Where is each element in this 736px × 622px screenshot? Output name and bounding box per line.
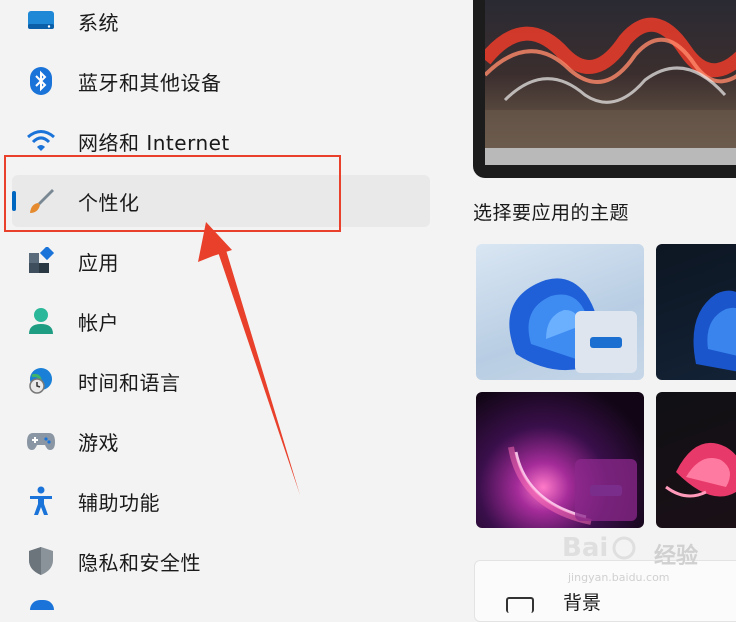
watermark-url: jingyan.baidu.com	[568, 571, 670, 584]
sidebar-item-label: 游戏	[78, 430, 119, 455]
watermark-brand: 经验	[654, 544, 699, 569]
monitor-icon	[26, 6, 56, 36]
sidebar-item-time-language[interactable]: 时间和语言	[12, 355, 430, 407]
sidebar-item-label: 时间和语言	[78, 370, 181, 395]
sidebar-item-label: 隐私和安全性	[78, 550, 201, 575]
sidebar-item-label: 帐户	[78, 310, 119, 335]
theme-section-title: 选择要应用的主题	[473, 202, 630, 224]
sidebar-item-accessibility[interactable]: 辅助功能	[12, 475, 430, 527]
sidebar-item-label: 蓝牙和其他设备	[78, 70, 222, 95]
theme-captured-motion[interactable]	[656, 392, 736, 528]
sidebar-item-partial-icon	[30, 600, 54, 610]
bloom-dark-wallpaper	[693, 290, 736, 372]
theme-windows-light[interactable]	[476, 244, 644, 380]
svg-text:Bai: Bai	[562, 533, 608, 563]
sidebar-item-label: 系统	[78, 10, 119, 35]
sidebar-item-apps[interactable]: 应用	[12, 235, 430, 287]
shield-icon	[26, 546, 56, 576]
theme-windows-dark[interactable]	[656, 244, 736, 380]
globe-clock-icon	[26, 366, 56, 396]
swatch-taskbar	[590, 336, 622, 348]
image-icon	[506, 597, 534, 613]
swatch-taskbar	[590, 484, 622, 496]
sidebar-item-label: 应用	[78, 250, 119, 275]
preview-wallpaper	[485, 0, 736, 165]
theme-glow[interactable]	[476, 392, 644, 528]
settings-sidebar: 系统 蓝牙和其他设备 网络和 Internet 个性化 应用 帐户 时间和语言 …	[0, 0, 440, 610]
sidebar-item-bluetooth[interactable]: 蓝牙和其他设备	[12, 55, 430, 107]
person-icon	[26, 306, 56, 336]
gamepad-icon	[26, 426, 56, 456]
flower-wallpaper	[665, 443, 736, 498]
sidebar-item-label: 网络和 Internet	[78, 130, 230, 155]
theme-preview	[473, 0, 736, 178]
bluetooth-icon	[26, 66, 56, 96]
sidebar-item-system[interactable]: 系统	[12, 0, 430, 47]
accessibility-icon	[26, 486, 56, 516]
theme-accent-swatch	[575, 311, 637, 373]
sidebar-item-gaming[interactable]: 游戏	[12, 415, 430, 467]
sidebar-item-label: 辅助功能	[78, 490, 160, 515]
background-card-label: 背景	[563, 592, 602, 614]
apps-icon	[26, 246, 56, 276]
annotation-highlight-box	[4, 155, 341, 232]
wifi-icon	[26, 126, 56, 156]
sidebar-item-accounts[interactable]: 帐户	[12, 295, 430, 347]
preview-taskbar	[485, 148, 736, 165]
sidebar-item-privacy[interactable]: 隐私和安全性	[12, 535, 430, 587]
theme-accent-swatch	[575, 459, 637, 521]
